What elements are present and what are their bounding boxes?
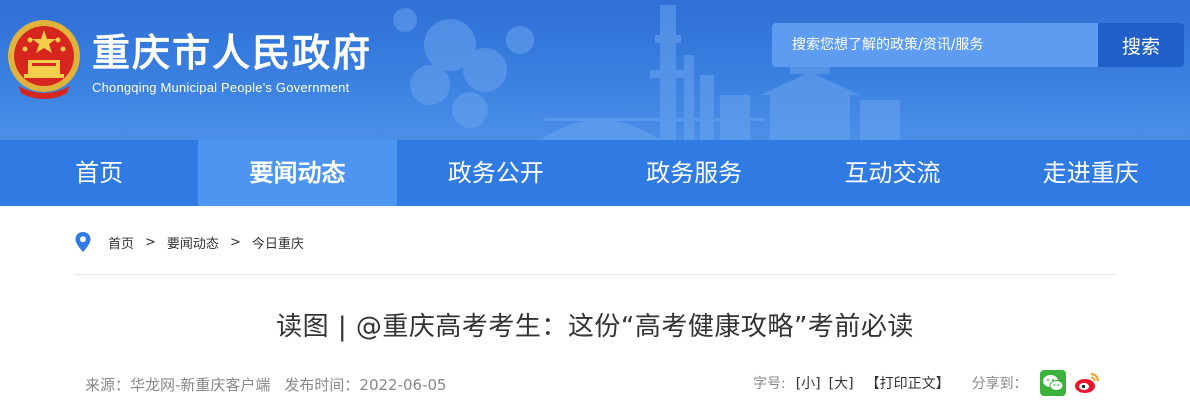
location-pin-icon	[75, 232, 91, 252]
article-meta: 来源：华龙网-新重庆客户端 发布时间：2022-06-05	[85, 374, 447, 395]
font-large-button[interactable]: [大]	[829, 373, 854, 393]
nav-item-news[interactable]: 要闻动态	[198, 140, 397, 206]
breadcrumb-news-link[interactable]: 要闻动态	[167, 233, 219, 252]
breadcrumb-separator: >	[229, 234, 241, 250]
font-size-label: 字号:	[753, 376, 786, 392]
breadcrumb-today-chongqing-link[interactable]: 今日重庆	[252, 233, 304, 252]
site-title[interactable]: 重庆市人民政府	[92, 22, 372, 77]
article-tools: 字号: [小] [大] 【打印正文】 分享到：	[753, 366, 1108, 400]
breadcrumb-home-link[interactable]: 首页	[108, 233, 134, 252]
nav-item-interaction[interactable]: 互动交流	[793, 140, 991, 206]
nav-item-home[interactable]: 首页	[0, 140, 198, 206]
wechat-icon[interactable]	[1039, 370, 1066, 396]
site-subtitle: Chongqing Municipal People's Government	[92, 80, 350, 95]
font-small-button[interactable]: [小]	[796, 373, 821, 393]
share-label: 分享到：	[971, 376, 1028, 392]
nav-item-about-chongqing[interactable]: 走进重庆	[992, 140, 1190, 206]
site-header: 重庆市人民政府 Chongqing Municipal People's Gov…	[0, 0, 1190, 140]
article-publish-time: 发布时间：2022-06-05	[284, 376, 447, 394]
search-input[interactable]	[772, 23, 1098, 67]
breadcrumb: 首页 > 要闻动态 > 今日重庆	[74, 229, 304, 255]
nav-item-government-affairs[interactable]: 政务公开	[397, 140, 595, 206]
main-nav: 首页 要闻动态 政务公开 政务服务 互动交流 走进重庆	[0, 140, 1190, 206]
print-button[interactable]: 【打印正文】	[866, 373, 950, 393]
search-button[interactable]: 搜索	[1098, 23, 1184, 67]
article-title: 读图 | @重庆高考考生：这份“高考健康攻略”考前必读	[276, 312, 914, 342]
breadcrumb-divider	[74, 274, 1116, 275]
breadcrumb-separator: >	[145, 234, 156, 250]
nav-item-government-services[interactable]: 政务服务	[595, 140, 793, 206]
article-source: 来源：华龙网-新重庆客户端	[85, 376, 271, 394]
national-emblem-logo	[8, 20, 80, 99]
weibo-icon[interactable]	[1074, 370, 1100, 396]
